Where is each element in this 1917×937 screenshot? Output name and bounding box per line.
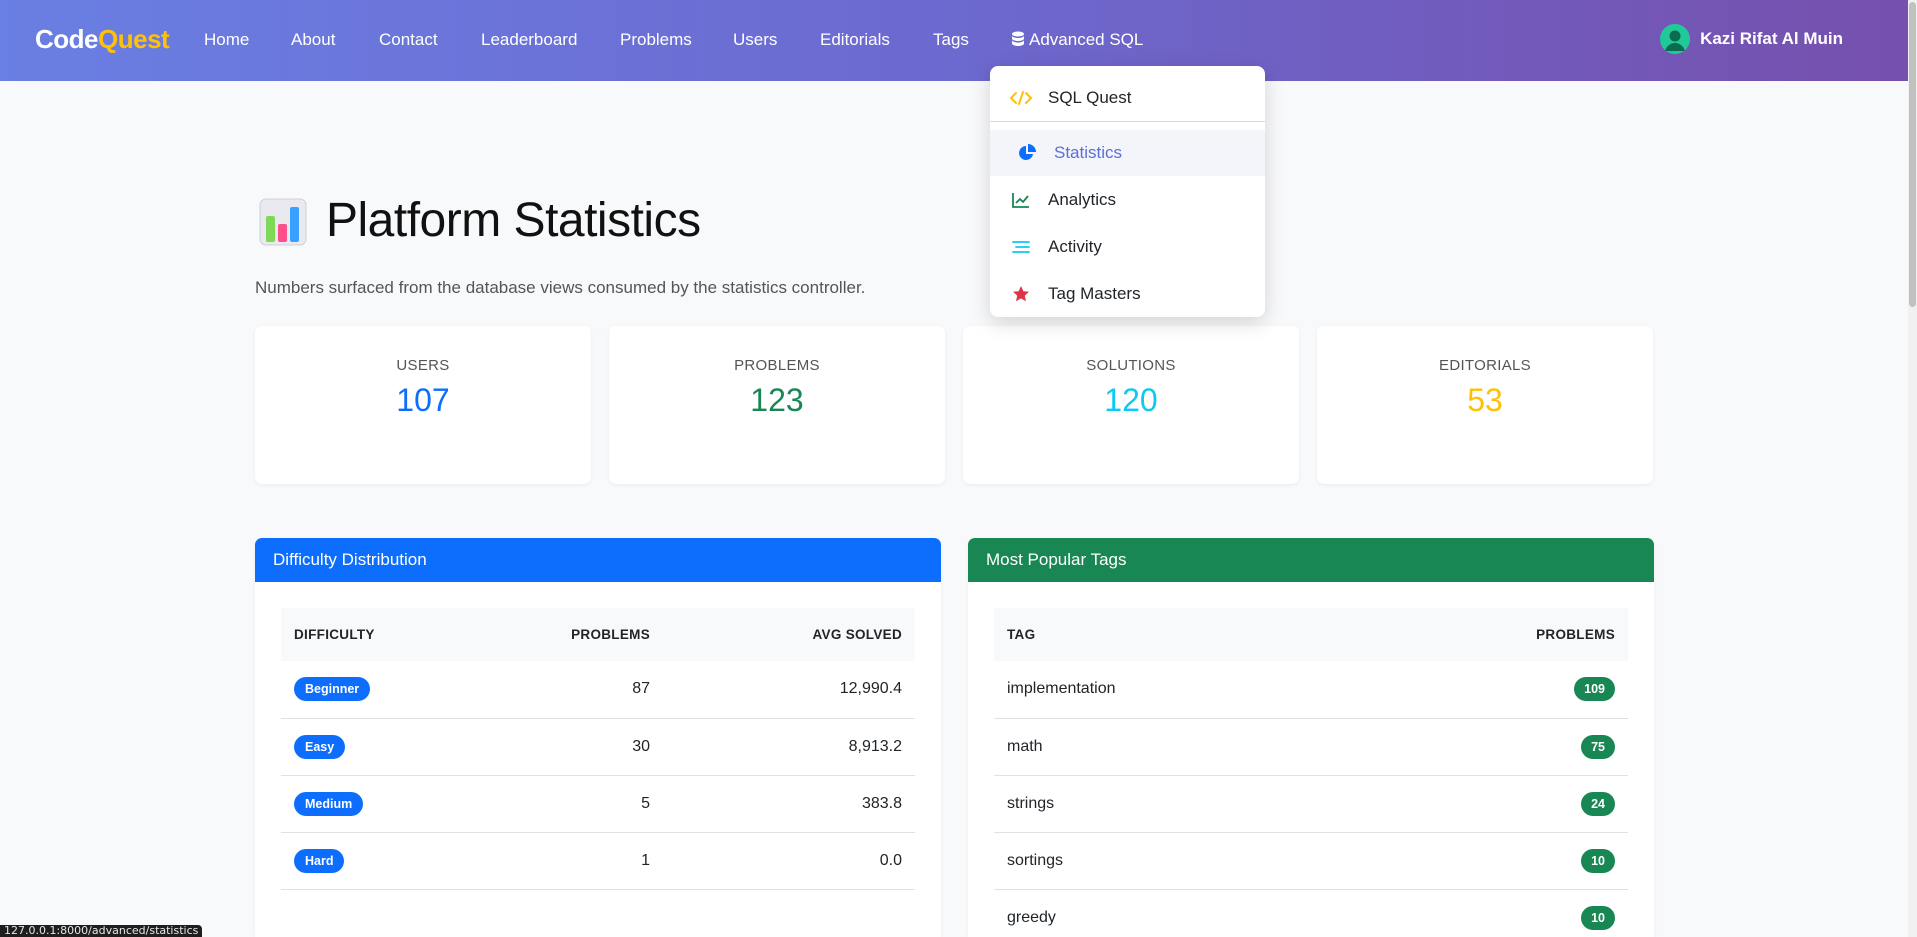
stat-label: USERS [396, 357, 450, 374]
table-row: Easy 30 8,913.2 [281, 718, 915, 776]
nav-advanced-sql[interactable]: Advanced SQL [1011, 30, 1144, 71]
problems-cell: 5 [521, 775, 663, 833]
page-title: Platform Statistics [326, 194, 701, 247]
stat-label: PROBLEMS [734, 357, 820, 374]
avg-solved-cell: 0.0 [663, 832, 915, 890]
stat-card-problems: PROBLEMS 123 [609, 326, 945, 484]
top-navbar: CodeQuest Home About Contact Leaderboard… [0, 0, 1908, 81]
panel-header: Difficulty Distribution [255, 538, 941, 582]
dropdown-divider [990, 121, 1265, 122]
brand-main: Code [35, 24, 99, 54]
stat-value: 123 [750, 382, 804, 418]
difficulty-panel: Difficulty Distribution DIFFICULTY PROBL… [255, 538, 941, 937]
menu-label: Analytics [1048, 190, 1117, 209]
menu-label: Statistics [1054, 143, 1123, 162]
nav-contact[interactable]: Contact [379, 30, 438, 50]
menu-item-statistics[interactable]: Statistics [990, 130, 1265, 176]
column-header: PROBLEMS [1350, 608, 1628, 661]
tag-cell[interactable]: greedy [994, 889, 1351, 937]
column-header: TAG [994, 608, 1351, 661]
scrollbar-thumb[interactable] [1909, 2, 1916, 307]
brand-logo[interactable]: CodeQuest [35, 24, 170, 55]
line-chart-icon [1010, 192, 1032, 208]
nav-users[interactable]: Users [733, 30, 777, 50]
user-icon [1665, 30, 1686, 51]
table-row: Hard 1 0.0 [281, 832, 915, 890]
problems-cell: 30 [521, 718, 663, 776]
avg-solved-cell: 8,913.2 [663, 718, 915, 776]
problems-cell: 87 [521, 661, 663, 719]
table-row: Beginner 87 12,990.4 [281, 661, 915, 719]
table-row: greedy 10 [994, 889, 1628, 937]
stat-value: 53 [1467, 382, 1503, 418]
pie-chart-icon [1016, 144, 1038, 162]
avg-solved-cell: 12,990.4 [663, 661, 915, 719]
nav-leaderboard[interactable]: Leaderboard [481, 30, 577, 50]
list-icon [1010, 240, 1032, 254]
brand-accent: Quest [98, 24, 170, 54]
stat-value: 120 [1104, 382, 1158, 418]
stat-card-editorials: EDITORIALS 53 [1317, 326, 1653, 484]
stat-label: EDITORIALS [1439, 357, 1531, 374]
user-menu[interactable]: Kazi Rifat Al Muin [1660, 24, 1843, 54]
page-subtitle: Numbers surfaced from the database views… [255, 278, 866, 297]
menu-label: Tag Masters [1048, 284, 1141, 303]
database-icon [1012, 31, 1024, 46]
tags-table: TAG PROBLEMS implementation 109 math 75 … [994, 608, 1628, 937]
nav-tags[interactable]: Tags [933, 30, 969, 50]
nav-advanced-sql-label: Advanced SQL [1029, 30, 1144, 49]
page-scrollbar[interactable] [1908, 0, 1917, 937]
nav-problems[interactable]: Problems [620, 30, 692, 50]
menu-item-analytics[interactable]: Analytics [990, 177, 1265, 223]
user-name: Kazi Rifat Al Muin [1700, 29, 1843, 48]
advanced-sql-dropdown: SQL Quest Statistics Analytics Activity … [990, 66, 1265, 317]
nav-editorials[interactable]: Editorials [820, 30, 890, 50]
column-header: DIFFICULTY [281, 608, 521, 661]
menu-item-tag-masters[interactable]: Tag Masters [990, 271, 1265, 317]
table-row: Medium 5 383.8 [281, 775, 915, 833]
difficulty-badge: Medium [294, 791, 364, 816]
count-badge: 10 [1581, 905, 1615, 930]
avatar [1660, 24, 1691, 54]
tag-cell[interactable]: math [994, 718, 1351, 776]
bar-chart-icon [259, 198, 307, 246]
star-icon [1010, 285, 1032, 303]
status-bar-url: 127.0.0.1:8000/advanced/statistics [0, 925, 203, 937]
count-badge: 24 [1581, 791, 1615, 816]
stat-label: SOLUTIONS [1086, 357, 1176, 374]
panel-header: Most Popular Tags [968, 538, 1654, 582]
stat-value: 107 [396, 382, 450, 418]
nav-about[interactable]: About [291, 30, 335, 50]
stat-card-solutions: SOLUTIONS 120 [963, 326, 1299, 484]
table-row: math 75 [994, 718, 1628, 776]
stat-card-users: USERS 107 [255, 326, 591, 484]
difficulty-badge: Hard [294, 848, 345, 873]
difficulty-badge: Easy [294, 734, 346, 759]
column-header: AVG SOLVED [663, 608, 915, 661]
count-badge: 10 [1581, 848, 1615, 873]
menu-item-activity[interactable]: Activity [990, 224, 1265, 270]
avg-solved-cell: 383.8 [663, 775, 915, 833]
column-header: PROBLEMS [521, 608, 663, 661]
tag-cell[interactable]: sortings [994, 832, 1351, 890]
difficulty-table: DIFFICULTY PROBLEMS AVG SOLVED Beginner … [281, 608, 915, 890]
tag-cell[interactable]: strings [994, 775, 1351, 833]
menu-label: SQL Quest [1048, 88, 1132, 107]
count-badge: 109 [1574, 677, 1615, 702]
count-badge: 75 [1581, 734, 1615, 759]
code-icon [1010, 91, 1032, 105]
table-row: implementation 109 [994, 661, 1628, 719]
tag-cell[interactable]: implementation [994, 661, 1351, 719]
table-row: sortings 10 [994, 832, 1628, 890]
difficulty-badge: Beginner [294, 677, 371, 702]
table-row: strings 24 [994, 775, 1628, 833]
menu-label: Activity [1048, 237, 1102, 256]
popular-tags-panel: Most Popular Tags TAG PROBLEMS implement… [968, 538, 1654, 937]
nav-home[interactable]: Home [204, 30, 249, 50]
menu-item-sql-quest[interactable]: SQL Quest [990, 75, 1265, 121]
problems-cell: 1 [521, 832, 663, 890]
